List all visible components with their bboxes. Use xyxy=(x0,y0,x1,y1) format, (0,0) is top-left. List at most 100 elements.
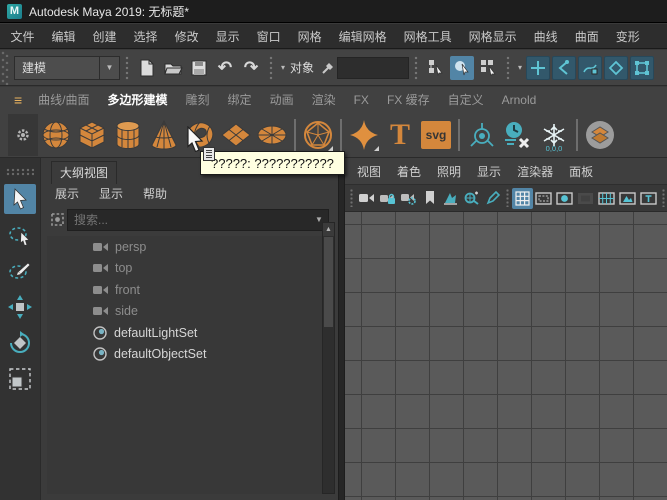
delete-history-button[interactable] xyxy=(500,116,536,154)
panel-divider[interactable] xyxy=(338,158,345,500)
shelf-tab-arnold[interactable]: Arnold xyxy=(493,89,546,111)
freeze-transform-button[interactable]: 0,0,0 xyxy=(536,116,572,154)
make-live-button[interactable] xyxy=(630,56,654,80)
shelf-tab-fx[interactable]: FX xyxy=(345,89,378,111)
shelf-menu-icon[interactable]: ≡ xyxy=(0,92,29,108)
shelf-tab-rigging[interactable]: 绑定 xyxy=(219,87,261,112)
list-item-persp[interactable]: persp xyxy=(47,236,323,258)
list-item-front[interactable]: front xyxy=(47,279,323,301)
poly-sphere-button[interactable] xyxy=(38,116,74,154)
menu-edit[interactable]: 编辑 xyxy=(43,24,84,49)
poly-cube-button[interactable] xyxy=(74,116,110,154)
type-button[interactable]: T xyxy=(382,116,418,154)
viewport-menu-renderer[interactable]: 渲染器 xyxy=(509,159,561,184)
open-scene-button[interactable] xyxy=(160,55,186,81)
camera-lock-button[interactable] xyxy=(377,188,398,209)
select-hierarchy-button[interactable] xyxy=(424,56,448,80)
svg-button[interactable]: svg xyxy=(418,116,454,154)
list-item-default-object-set[interactable]: defaultObjectSet xyxy=(47,344,323,366)
camera-button[interactable] xyxy=(356,188,377,209)
sweep-mesh-button[interactable] xyxy=(582,116,618,154)
super-shape-button[interactable] xyxy=(346,116,382,154)
outliner-menu-help[interactable]: 帮助 xyxy=(135,182,175,205)
safe-action-button[interactable] xyxy=(617,188,638,209)
safe-title-button[interactable] xyxy=(638,188,659,209)
gear-icon[interactable] xyxy=(15,127,31,143)
gate-mask-button[interactable] xyxy=(575,188,596,209)
snap-plane-button[interactable] xyxy=(604,56,628,80)
viewport-menu-view[interactable]: 视图 xyxy=(349,159,389,184)
viewport-menu-show[interactable]: 显示 xyxy=(469,159,509,184)
poly-cone-button[interactable] xyxy=(146,116,182,154)
save-scene-button[interactable] xyxy=(186,55,212,81)
shelf-tab-sculpting[interactable]: 雕刻 xyxy=(177,87,219,112)
chevron-down-icon[interactable]: ▾ xyxy=(518,63,522,72)
outliner-title-tab[interactable]: 大纲视图 xyxy=(51,161,117,184)
menu-modify[interactable]: 修改 xyxy=(166,24,207,49)
film-gate-button[interactable] xyxy=(533,188,554,209)
platonic-solid-button[interactable] xyxy=(300,116,336,154)
menu-mesh-display[interactable]: 网格显示 xyxy=(460,24,525,49)
image-plane-button[interactable] xyxy=(440,188,461,209)
menu-display[interactable]: 显示 xyxy=(207,24,248,49)
menu-curves[interactable]: 曲线 xyxy=(525,24,566,49)
shelf-tab-rendering[interactable]: 渲染 xyxy=(303,87,345,112)
toolbox-grip[interactable] xyxy=(6,168,34,176)
toolbar-grip[interactable] xyxy=(0,50,10,85)
select-by-name-button[interactable] xyxy=(319,55,337,81)
outliner-search-input[interactable] xyxy=(68,213,310,227)
pan-zoom-button[interactable] xyxy=(461,188,482,209)
scale-tool-button[interactable] xyxy=(4,364,36,394)
select-tool-button[interactable] xyxy=(4,184,36,214)
menu-windows[interactable]: 窗口 xyxy=(248,24,289,49)
menu-mesh[interactable]: 网格 xyxy=(289,24,330,49)
paint-select-tool-button[interactable] xyxy=(4,256,36,286)
outliner-menu-display[interactable]: 展示 xyxy=(47,182,87,205)
poly-disc-button[interactable] xyxy=(254,116,290,154)
menu-file[interactable]: 文件 xyxy=(2,24,43,49)
outliner-scrollbar[interactable]: ▲ xyxy=(322,222,335,494)
menu-create[interactable]: 创建 xyxy=(84,24,125,49)
shelf-tab-custom[interactable]: 自定义 xyxy=(439,87,493,112)
undo-button[interactable]: ↶ xyxy=(212,55,238,81)
list-item-default-light-set[interactable]: defaultLightSet xyxy=(47,322,323,344)
shelf-tab-curves-surfaces[interactable]: 曲线/曲面 xyxy=(29,87,98,112)
select-component-button[interactable] xyxy=(476,56,500,80)
grease-pencil-button[interactable] xyxy=(482,188,503,209)
menu-edit-mesh[interactable]: 编辑网格 xyxy=(330,24,395,49)
poly-plane-button[interactable] xyxy=(218,116,254,154)
rotate-tool-button[interactable] xyxy=(4,328,36,358)
shelf-tab-animation[interactable]: 动画 xyxy=(261,87,303,112)
shelf-tab-poly-modeling[interactable]: 多边形建模 xyxy=(99,87,177,112)
menu-deform[interactable]: 变形 xyxy=(607,24,648,49)
select-object-button[interactable] xyxy=(450,56,474,80)
snap-grid-button[interactable] xyxy=(526,56,550,80)
move-tool-button[interactable] xyxy=(4,292,36,322)
scrollbar-thumb[interactable] xyxy=(324,237,333,327)
menu-select[interactable]: 选择 xyxy=(125,24,166,49)
snap-point-button[interactable] xyxy=(578,56,602,80)
poly-cylinder-button[interactable] xyxy=(110,116,146,154)
outliner-menu-show[interactable]: 显示 xyxy=(91,182,131,205)
outliner-search-field[interactable]: ▼ xyxy=(67,209,329,231)
snap-curve-button[interactable] xyxy=(552,56,576,80)
field-chart-button[interactable] xyxy=(596,188,617,209)
menu-surfaces[interactable]: 曲面 xyxy=(566,24,607,49)
grid-button[interactable] xyxy=(512,188,533,209)
menu-set-dropdown[interactable]: 建模 ▼ xyxy=(14,56,120,80)
bookmark-button[interactable] xyxy=(419,188,440,209)
viewport-menu-lighting[interactable]: 照明 xyxy=(429,159,469,184)
new-scene-button[interactable] xyxy=(134,55,160,81)
camera-attrs-button[interactable] xyxy=(398,188,419,209)
viewport-canvas[interactable] xyxy=(345,212,667,500)
select-by-name-input[interactable] xyxy=(337,57,409,79)
construction-plane-button[interactable] xyxy=(464,116,500,154)
scroll-up-icon[interactable]: ▲ xyxy=(323,223,334,236)
filter-icon[interactable] xyxy=(47,210,67,230)
shelf-tab-fx-caching[interactable]: FX 缓存 xyxy=(378,87,439,112)
list-item-top[interactable]: top xyxy=(47,258,323,280)
lasso-tool-button[interactable] xyxy=(4,220,36,250)
resolution-gate-button[interactable] xyxy=(554,188,575,209)
menu-mesh-tools[interactable]: 网格工具 xyxy=(395,24,460,49)
redo-button[interactable]: ↷ xyxy=(238,55,264,81)
